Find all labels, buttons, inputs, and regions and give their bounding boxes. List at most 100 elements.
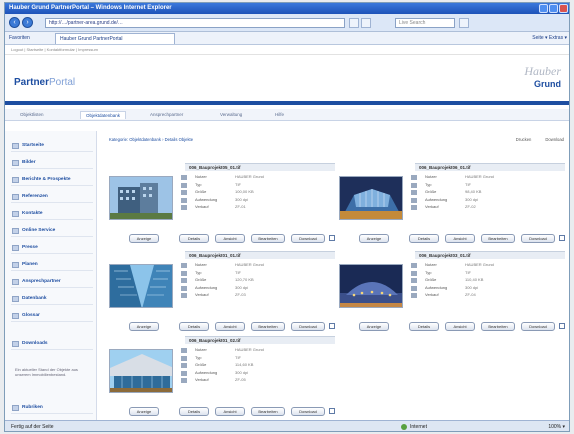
details-button[interactable]: Details xyxy=(179,322,209,331)
minimize-button[interactable] xyxy=(539,4,548,13)
meta-label: Nutzer xyxy=(195,262,207,267)
preview-button[interactable]: Ansicht xyxy=(215,234,245,243)
user-icon xyxy=(181,348,187,353)
building-photo[interactable] xyxy=(339,264,403,308)
select-checkbox[interactable] xyxy=(329,323,335,329)
tag-icon xyxy=(181,378,187,383)
resolution-icon xyxy=(411,285,417,291)
url-field[interactable]: http://…/partner-area.grund.de/… xyxy=(45,18,345,28)
details-button[interactable]: Details xyxy=(179,234,209,243)
edit-button[interactable]: Bearbeiten xyxy=(481,234,515,243)
view-button[interactable]: Anzeige xyxy=(359,322,389,331)
card-actions: Anzeige Details Ansicht Bearbeiten Downl… xyxy=(349,322,569,332)
select-checkbox[interactable] xyxy=(329,408,335,414)
print-link[interactable]: Drucken xyxy=(516,137,532,142)
download-button[interactable]: Download xyxy=(521,234,555,243)
sidebar-item-ansprechpartner[interactable]: Ansprechpartner xyxy=(11,275,93,288)
edit-button[interactable]: Bearbeiten xyxy=(251,322,285,331)
details-button[interactable]: Details xyxy=(179,407,209,416)
tag-icon xyxy=(181,293,187,298)
meta-value: ZF-05 xyxy=(235,377,246,382)
favorites-button[interactable]: Favoriten xyxy=(9,35,30,41)
sidebar-item-glossar[interactable]: Glossar xyxy=(11,309,93,322)
sidebar-item-online-service[interactable]: Online Service xyxy=(11,224,93,237)
tools-menu[interactable]: Seite ▾ Extras ▾ xyxy=(532,35,567,41)
forward-icon[interactable]: › xyxy=(22,17,33,28)
building-thumbnail xyxy=(110,350,172,392)
card-metadata: Nutzer HAUBER Grund Typ TIF Größe 120,70 KB… xyxy=(181,262,331,300)
sidebar-item-downloads[interactable]: Downloads xyxy=(11,337,93,350)
maximize-button[interactable] xyxy=(549,4,558,13)
tab-objektlisten[interactable]: Objektlisten xyxy=(15,111,49,118)
preview-button[interactable]: Ansicht xyxy=(215,407,245,416)
building-photo[interactable] xyxy=(109,349,173,393)
search-input[interactable]: Live Search xyxy=(395,18,455,28)
view-button[interactable]: Anzeige xyxy=(129,407,159,416)
card-title: 006_Bauprojekt06_01.tif xyxy=(415,163,565,171)
meta-value: ZF-04 xyxy=(465,292,476,297)
back-icon[interactable]: ‹ xyxy=(9,17,20,28)
card-actions: Anzeige Details Ansicht Bearbeiten Downl… xyxy=(119,407,339,417)
bullet-icon xyxy=(12,405,19,411)
browser-tab[interactable]: Hauber Grund PartnerPortal xyxy=(55,33,175,44)
sidebar-item-label: Planen xyxy=(22,262,38,267)
view-button[interactable]: Anzeige xyxy=(129,234,159,243)
sidebar-item-startseite[interactable]: Startseite xyxy=(11,139,93,152)
sidebar-item-referenzen[interactable]: Referenzen xyxy=(11,190,93,203)
download-button[interactable]: Download xyxy=(291,234,325,243)
tab-verwaltung[interactable]: Verwaltung xyxy=(215,111,247,118)
meta-label: Größe xyxy=(425,189,437,194)
tab-ansprechpartner[interactable]: Ansprechpartner xyxy=(145,111,188,118)
sidebar-item-bilder[interactable]: Bilder xyxy=(11,156,93,169)
sidebar-item-kontakte[interactable]: Kontakte xyxy=(11,207,93,220)
type-icon xyxy=(411,270,417,276)
card-title: 006_Bauprojekt01_01.tif xyxy=(185,251,335,259)
building-photo[interactable] xyxy=(339,176,403,220)
preview-button[interactable]: Ansicht xyxy=(215,322,245,331)
download-button[interactable]: Download xyxy=(521,322,555,331)
sidebar-item-datenbank[interactable]: Datenbank xyxy=(11,292,93,305)
download-button[interactable]: Download xyxy=(291,322,325,331)
card-metadata: Nutzer HAUBER Grund Typ TIF Größe 110,40 KB… xyxy=(411,262,561,300)
sidebar-item-rubriken[interactable]: Rubriken xyxy=(11,401,93,414)
bullet-icon xyxy=(12,245,19,251)
details-button[interactable]: Details xyxy=(409,322,439,331)
building-thumbnail xyxy=(340,177,402,219)
select-checkbox[interactable] xyxy=(559,235,565,241)
edit-button[interactable]: Bearbeiten xyxy=(251,234,285,243)
stop-icon[interactable] xyxy=(361,18,371,28)
edit-button[interactable]: Bearbeiten xyxy=(251,407,285,416)
site-logo[interactable]: PartnerPortal xyxy=(14,77,75,88)
sidebar-item-planen[interactable]: Planen xyxy=(11,258,93,271)
breadcrumb[interactable]: Kategorie: Objektdatenbank › Details Obj… xyxy=(109,137,193,142)
download-button[interactable]: Download xyxy=(291,407,325,416)
preview-button[interactable]: Ansicht xyxy=(445,234,475,243)
bullet-icon xyxy=(12,177,19,183)
details-button[interactable]: Details xyxy=(409,234,439,243)
select-checkbox[interactable] xyxy=(559,323,565,329)
download-link[interactable]: Download xyxy=(545,137,564,142)
view-button[interactable]: Anzeige xyxy=(129,322,159,331)
close-button[interactable] xyxy=(559,4,568,13)
window-title: Hauber Grund PartnerPortal – Windows Int… xyxy=(9,5,172,11)
tab-hilfe[interactable]: Hilfe xyxy=(270,111,289,118)
sidebar-item-berichte[interactable]: Berichte & Prospekte xyxy=(11,173,93,186)
building-photo[interactable] xyxy=(109,176,173,220)
top-links[interactable]: Logout | Startseite | Kontaktformular | … xyxy=(5,45,569,55)
sidebar-item-presse[interactable]: Presse xyxy=(11,241,93,254)
view-button[interactable]: Anzeige xyxy=(359,234,389,243)
edit-button[interactable]: Bearbeiten xyxy=(481,322,515,331)
search-icon[interactable] xyxy=(459,18,469,28)
select-checkbox[interactable] xyxy=(329,235,335,241)
refresh-icon[interactable] xyxy=(349,18,359,28)
meta-value: 300 dpi xyxy=(235,284,249,290)
meta-value: 100,00 KB xyxy=(235,189,254,194)
security-zone: Internet xyxy=(401,424,427,430)
preview-button[interactable]: Ansicht xyxy=(445,322,475,331)
meta-label: Typ xyxy=(425,269,432,275)
zoom-level[interactable]: 100% ▾ xyxy=(548,424,565,430)
building-photo[interactable] xyxy=(109,264,173,308)
logo-bold: Partner xyxy=(14,77,50,88)
meta-value: 300 dpi xyxy=(465,284,479,290)
tab-objektdatenbank[interactable]: Objektdatenbank xyxy=(80,111,127,119)
